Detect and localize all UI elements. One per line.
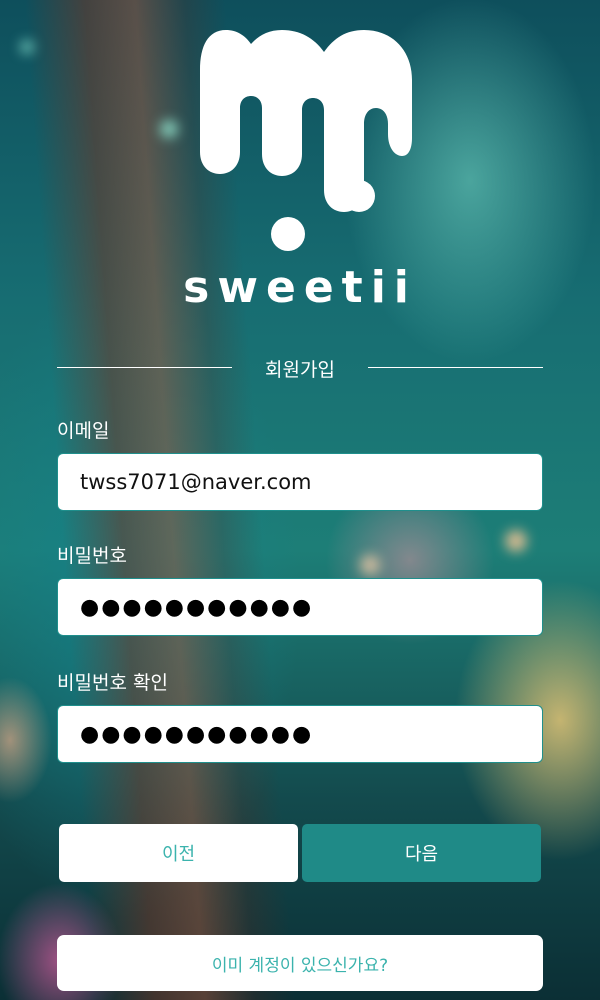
logo-area: sweetii (0, 0, 600, 330)
password-field[interactable]: ●●●●●●●●●●● (57, 578, 543, 636)
form-title-divider: 회원가입 (57, 352, 543, 382)
form-title: 회원가입 (265, 359, 335, 381)
background-glow (360, 555, 380, 575)
email-field[interactable]: twss7071@naver.com (57, 453, 543, 511)
password-label: 비밀번호 (57, 545, 127, 567)
prev-button[interactable]: 이전 (59, 824, 298, 882)
drip-m-logo-icon (200, 30, 412, 251)
login-link-button[interactable]: 이미 계정이 있으신가요? (57, 935, 543, 991)
next-button[interactable]: 다음 (302, 824, 541, 882)
password-confirm-label: 비밀번호 확인 (57, 672, 168, 694)
brand-name: sweetii (183, 262, 417, 313)
divider-line-right (368, 367, 543, 368)
background-glow (505, 530, 527, 552)
email-label: 이메일 (57, 420, 110, 442)
password-confirm-field[interactable]: ●●●●●●●●●●● (57, 705, 543, 763)
